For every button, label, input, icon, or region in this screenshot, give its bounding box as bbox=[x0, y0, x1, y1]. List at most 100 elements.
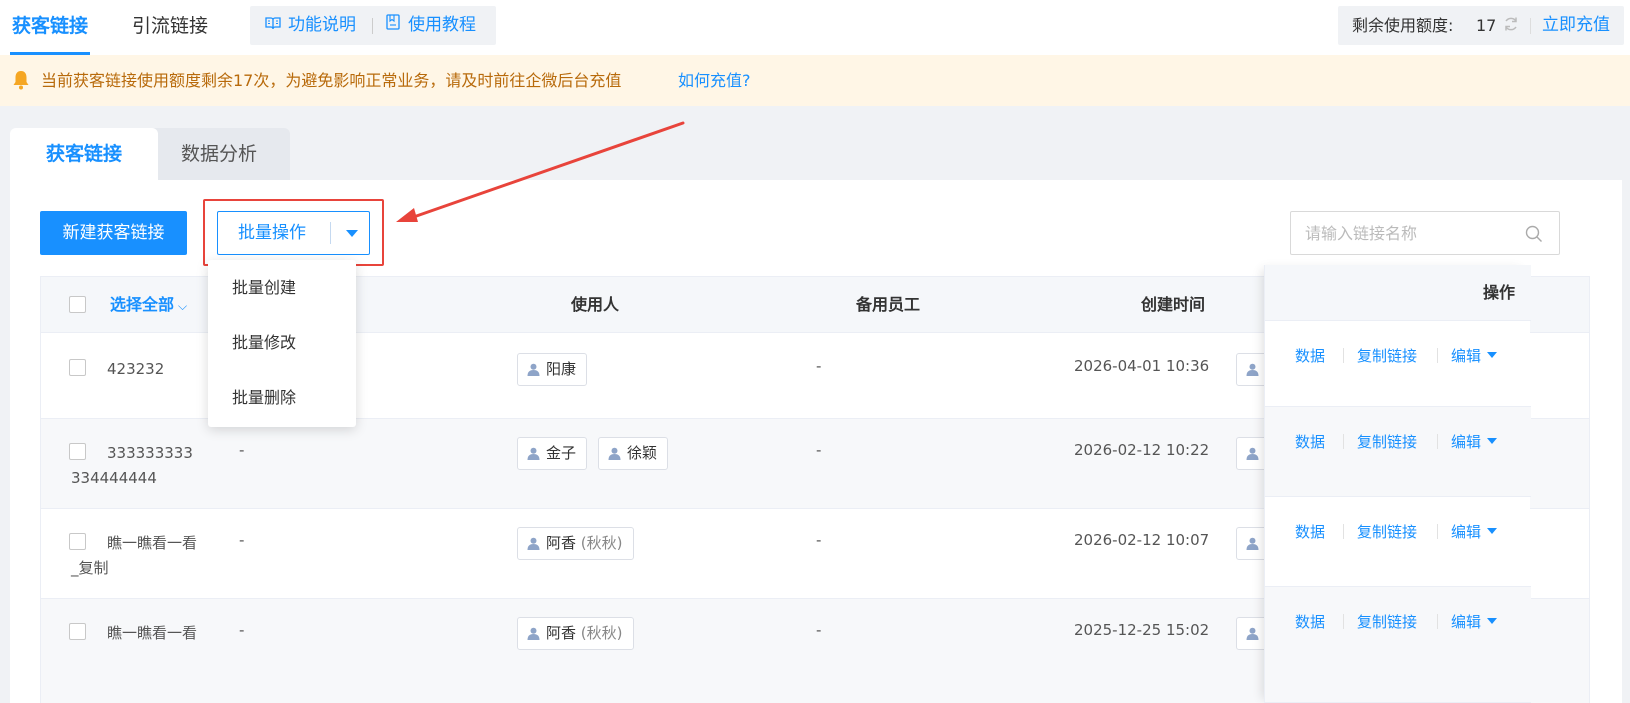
notice-text: 当前获客链接使用额度剩余17次，为避免影响正常业务，请及时前往企微后台充值 bbox=[41, 71, 622, 90]
user-name: 阿香 bbox=[546, 534, 577, 552]
bell-icon bbox=[12, 69, 30, 91]
refresh-icon[interactable] bbox=[1502, 16, 1520, 34]
copy-link-button[interactable]: 复制链接 bbox=[1357, 345, 1417, 366]
action-divider bbox=[1343, 348, 1344, 363]
user-tag: 阿香 (秋秋) bbox=[517, 617, 634, 650]
row-actions: 数据 复制链接 编辑 bbox=[1265, 321, 1531, 407]
copy-link-button[interactable]: 复制链接 bbox=[1357, 431, 1417, 452]
edit-dropdown[interactable]: 编辑 bbox=[1451, 521, 1498, 542]
new-acquisition-link-button[interactable]: 新建获客链接 bbox=[40, 211, 187, 255]
action-divider bbox=[1343, 614, 1344, 629]
menu-item-batch-delete[interactable]: 批量删除 bbox=[208, 370, 356, 425]
search-box bbox=[1290, 211, 1560, 255]
tutorial-label: 使用教程 bbox=[408, 15, 476, 35]
tab-data-analysis[interactable]: 数据分析 bbox=[148, 128, 290, 181]
action-divider bbox=[1343, 434, 1344, 449]
quota-value: 17 bbox=[1476, 16, 1497, 35]
tutorial-link[interactable]: 使用教程 bbox=[384, 6, 476, 45]
user-icon bbox=[1246, 627, 1259, 640]
edit-label: 编辑 bbox=[1451, 347, 1482, 365]
quota-label: 剩余使用额度: bbox=[1352, 16, 1454, 35]
link-name: 423232 bbox=[107, 360, 165, 378]
search-input[interactable] bbox=[1305, 212, 1525, 254]
edit-dropdown[interactable]: 编辑 bbox=[1451, 345, 1498, 366]
top-tab-traffic-links[interactable]: 引流链接 bbox=[128, 0, 212, 55]
user-tag: 徐颖 bbox=[598, 437, 669, 470]
caret-down-icon bbox=[1487, 527, 1498, 534]
feature-doc-label: 功能说明 bbox=[288, 15, 356, 35]
backup-staff-value: - bbox=[816, 357, 822, 375]
top-nav-bar: 获客链接 引流链接 功能说明 使用教程 剩余使用额度: 17 立即充值 bbox=[0, 0, 1630, 55]
caret-down-icon bbox=[1487, 437, 1498, 444]
header-actions: 操作 bbox=[1482, 283, 1515, 302]
created-time: 2025-12-25 15:02 bbox=[1074, 621, 1210, 639]
link-name: 瞧一瞧看一看 bbox=[107, 624, 198, 642]
edit-label: 编辑 bbox=[1451, 523, 1482, 541]
book-icon bbox=[264, 6, 282, 45]
action-divider bbox=[1343, 524, 1344, 539]
highlight-annotation-box bbox=[203, 199, 384, 266]
data-link[interactable]: 数据 bbox=[1295, 345, 1325, 366]
link-name: 333333333334444444 bbox=[71, 444, 193, 487]
chevron-down-icon: ⌵ bbox=[178, 299, 188, 313]
data-link[interactable]: 数据 bbox=[1295, 521, 1325, 542]
user-nickname: (秋秋) bbox=[580, 534, 623, 552]
user-icon bbox=[527, 627, 540, 640]
recharge-link[interactable]: 立即充值 bbox=[1542, 6, 1610, 45]
data-link[interactable]: 数据 bbox=[1295, 431, 1325, 452]
user-name: 阳康 bbox=[546, 360, 577, 378]
tab-acquisition-links[interactable]: 获客链接 bbox=[10, 128, 158, 181]
quota-box: 剩余使用额度: 17 立即充值 bbox=[1338, 6, 1624, 45]
user-nickname: (秋秋) bbox=[580, 624, 623, 642]
user-icon bbox=[527, 447, 540, 460]
backup-staff-value: - bbox=[816, 621, 822, 639]
user-icon bbox=[1246, 537, 1259, 550]
action-divider bbox=[1437, 524, 1438, 539]
operations-column: 操作 数据 复制链接 编辑 数据 复制链接 编辑 数据 复制链接 编辑 数据 复… bbox=[1264, 265, 1531, 703]
select-all-dropdown[interactable]: 选择全部 ⌵ bbox=[110, 277, 187, 334]
user-icon bbox=[527, 537, 540, 550]
user-tag: 阳康 bbox=[517, 353, 588, 386]
user-icon bbox=[608, 447, 621, 460]
row-actions: 数据 复制链接 编辑 bbox=[1265, 587, 1531, 703]
document-icon bbox=[384, 6, 402, 45]
header-backup-staff: 备用员工 bbox=[856, 295, 921, 314]
quota-divider bbox=[1530, 18, 1531, 34]
backup-staff-value: - bbox=[816, 531, 822, 549]
link-col2-value: - bbox=[239, 441, 245, 459]
caret-down-icon bbox=[1487, 351, 1498, 358]
top-tab-acquisition-links[interactable]: 获客链接 bbox=[10, 0, 90, 55]
select-all-checkbox[interactable] bbox=[69, 296, 86, 313]
edit-dropdown[interactable]: 编辑 bbox=[1451, 431, 1498, 452]
link-col2-value: - bbox=[239, 531, 245, 549]
menu-item-batch-edit[interactable]: 批量修改 bbox=[208, 315, 356, 370]
user-icon bbox=[527, 363, 540, 376]
user-icon bbox=[1246, 363, 1259, 376]
header-created-time: 创建时间 bbox=[1141, 295, 1206, 314]
action-divider bbox=[1437, 434, 1438, 449]
backup-staff-value: - bbox=[816, 441, 822, 459]
data-link[interactable]: 数据 bbox=[1295, 611, 1325, 632]
action-divider bbox=[1437, 348, 1438, 363]
row-actions: 数据 复制链接 编辑 bbox=[1265, 407, 1531, 497]
created-time: 2026-02-12 10:07 bbox=[1074, 531, 1210, 549]
menu-item-batch-create[interactable]: 批量创建 bbox=[208, 260, 356, 315]
search-icon[interactable] bbox=[1524, 224, 1544, 244]
link-col2-value: - bbox=[239, 621, 245, 639]
feature-doc-link[interactable]: 功能说明 bbox=[264, 6, 356, 45]
select-all-label: 选择全部 bbox=[110, 295, 175, 314]
user-name: 阿香 bbox=[546, 624, 577, 642]
edit-label: 编辑 bbox=[1451, 433, 1482, 451]
copy-link-button[interactable]: 复制链接 bbox=[1357, 521, 1417, 542]
edit-dropdown[interactable]: 编辑 bbox=[1451, 611, 1498, 632]
user-tag: 金子 bbox=[517, 437, 588, 470]
how-to-recharge-link[interactable]: 如何充值? bbox=[678, 55, 751, 106]
link-name: 瞧一瞧看一看_复制 bbox=[71, 534, 198, 577]
edit-label: 编辑 bbox=[1451, 613, 1482, 631]
created-time: 2026-02-12 10:22 bbox=[1074, 441, 1210, 459]
batch-operation-menu: 批量创建 批量修改 批量删除 bbox=[208, 260, 356, 427]
action-divider bbox=[1437, 614, 1438, 629]
user-tag: 阿香 (秋秋) bbox=[517, 527, 634, 560]
copy-link-button[interactable]: 复制链接 bbox=[1357, 611, 1417, 632]
user-icon bbox=[1246, 447, 1259, 460]
